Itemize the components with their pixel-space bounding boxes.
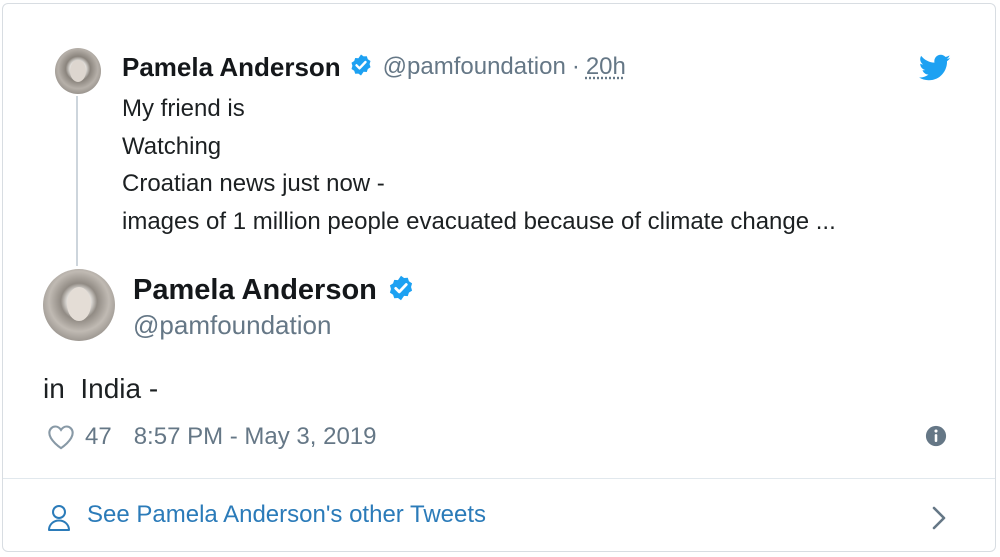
tweet-text-line: Watching [122, 132, 222, 160]
avatar-face [67, 287, 91, 321]
other-tweets-footer[interactable]: See Pamela Anderson's other Tweets [3, 479, 995, 551]
like-count[interactable]: 47 [85, 423, 112, 451]
info-icon[interactable] [925, 425, 947, 447]
thread-connector-line [76, 96, 78, 266]
embedded-tweet-card: Pamela Anderson @pamfoundation · 20h My … [2, 3, 996, 552]
chevron-right-icon[interactable] [931, 505, 947, 531]
tweet-datetime[interactable]: 8:57 PM - May 3, 2019 [134, 423, 377, 451]
parent-author-handle[interactable]: @pamfoundation [383, 53, 566, 81]
main-tweet-text: in India - [43, 373, 159, 404]
parent-avatar[interactable] [55, 48, 101, 94]
heart-outline-icon[interactable] [47, 424, 75, 450]
twitter-bird-icon[interactable] [919, 54, 951, 82]
parent-author-name[interactable]: Pamela Anderson [122, 52, 341, 83]
header-separator: · [571, 53, 580, 80]
person-icon [48, 505, 70, 531]
main-avatar[interactable] [43, 269, 115, 341]
parent-tweet[interactable]: Pamela Anderson @pamfoundation · 20h My … [3, 4, 995, 266]
main-author-row: Pamela Anderson [133, 270, 415, 310]
parent-tweet-header: Pamela Anderson @pamfoundation · 20h [122, 50, 626, 84]
tweet-text-line: My friend is [122, 95, 245, 122]
verified-badge-icon [387, 274, 415, 307]
see-other-tweets-link[interactable]: See Pamela Anderson's other Tweets [87, 501, 486, 529]
tweet-meta-row: 47 8:57 PM - May 3, 2019 [47, 420, 377, 454]
main-author-name[interactable]: Pamela Anderson [133, 274, 377, 307]
tweet-text-line: images of 1 million people evacuated bec… [122, 207, 836, 235]
verified-badge-icon [349, 53, 373, 82]
tweet-text-line: Croatian news just now - [122, 170, 385, 197]
avatar-face [70, 60, 86, 82]
parent-tweet-text: My friend is Watching Croatian news just… [122, 90, 836, 240]
parent-tweet-time[interactable]: 20h [586, 53, 626, 81]
main-author-handle[interactable]: @pamfoundation [133, 310, 331, 341]
